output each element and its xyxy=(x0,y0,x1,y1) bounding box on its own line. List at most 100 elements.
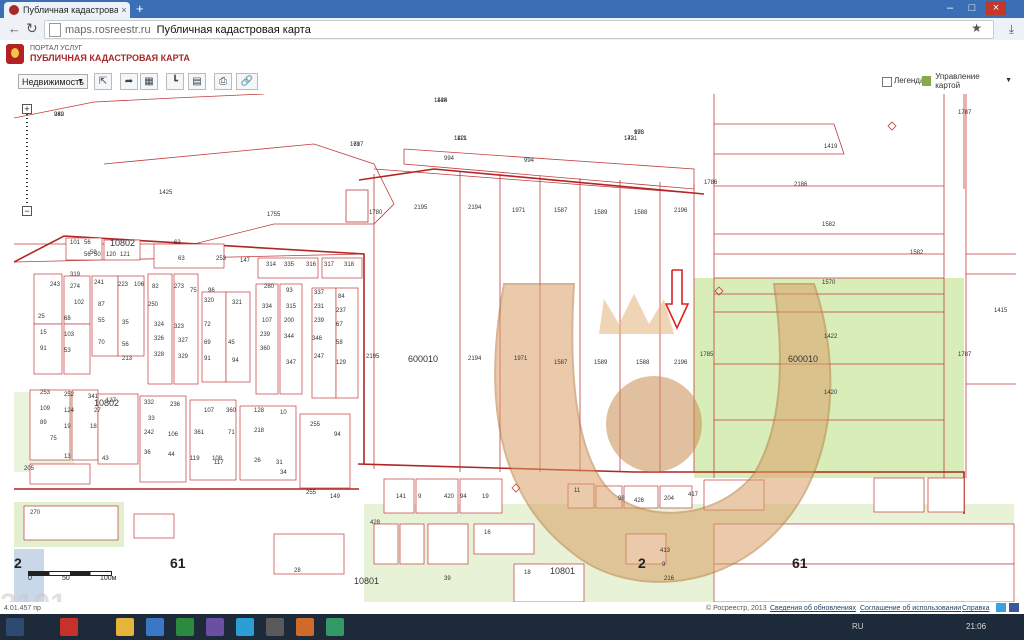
twitter-icon[interactable] xyxy=(996,603,1006,612)
legend-checkbox[interactable] xyxy=(882,77,892,87)
browser-tab-strip: Публичная кадастровая карта × + – □ × xyxy=(0,0,1024,18)
parcel-label: 69 xyxy=(204,340,211,346)
parcel-label: 121 xyxy=(120,252,131,258)
chevron-down-icon: ▼ xyxy=(77,78,84,85)
measure-tool-icon[interactable]: ┗ xyxy=(166,73,184,90)
cadastral-map[interactable]: 989 1424 1421 1421 998 1617 994 994 1419 1425 1755… xyxy=(14,94,1016,602)
identify-tool-icon[interactable]: ➦ xyxy=(120,73,138,90)
parcel-label: 334 xyxy=(262,304,273,310)
parcel-label: 71 xyxy=(228,430,235,436)
portal-title[interactable]: ПУБЛИЧНАЯ КАДАСТРОВАЯ КАРТА xyxy=(30,53,190,63)
parcel-label: 1420 xyxy=(824,390,838,396)
parcel-label: 205 xyxy=(24,466,35,472)
quarter-label: 600010 xyxy=(788,354,818,364)
parcel-label: 320 xyxy=(204,298,215,304)
zoom-slider[interactable] xyxy=(26,114,28,206)
map-control-icon xyxy=(922,75,932,86)
window-minimize-button[interactable]: – xyxy=(940,1,960,15)
parcel-label: 120 xyxy=(106,252,117,258)
parcel-label: 1425 xyxy=(159,190,173,196)
updates-link[interactable]: Сведения об обновлениях xyxy=(770,605,856,612)
layer-select-value: Недвижимость xyxy=(22,76,84,87)
help-link[interactable]: Справка xyxy=(962,605,989,612)
parcel-label: 72 xyxy=(204,322,211,328)
map-control-dropdown[interactable]: Управление картой ▼ xyxy=(922,72,1012,90)
new-tab-button[interactable]: + xyxy=(136,2,144,16)
reload-icon[interactable]: ↻ xyxy=(26,20,38,37)
parcel-label: 106 xyxy=(168,432,179,438)
bookmark-tool-icon[interactable]: ▤ xyxy=(188,73,206,90)
address-bar-row: ← ↻ maps.rosreestr.ru Публичная кадастро… xyxy=(0,18,1024,41)
url-domain: maps.rosreestr.ru xyxy=(65,23,151,36)
parcel-label: 1419 xyxy=(824,144,838,150)
back-arrow-icon[interactable]: ← xyxy=(8,21,21,36)
parcel-label: 239 xyxy=(314,318,325,324)
parcel-label: 107 xyxy=(262,318,273,324)
parcel-label: 2196 xyxy=(674,208,688,214)
parcel-label: 428 xyxy=(370,520,381,526)
parcel-label: 98 xyxy=(618,496,625,502)
select-tool-icon[interactable]: ⇱ xyxy=(94,73,112,90)
language-indicator[interactable]: RU xyxy=(852,622,864,631)
url-page-title: Публичная кадастровая карта xyxy=(156,23,311,36)
download-icon[interactable]: ⤓ xyxy=(1009,22,1014,37)
parcel-label: 109 xyxy=(40,406,51,412)
zoom-in-button[interactable]: + xyxy=(22,104,32,114)
facebook-icon[interactable] xyxy=(1009,603,1019,612)
parcel-label: 102 xyxy=(74,300,85,306)
browser-tab[interactable]: Публичная кадастровая карта × xyxy=(4,2,130,18)
parcel-label: 1587 xyxy=(554,360,568,366)
parcel-label: 44 xyxy=(168,452,175,458)
start-icon[interactable] xyxy=(6,618,24,636)
parcel-label: 223 xyxy=(118,282,129,288)
terms-link[interactable]: Соглашение об использовании xyxy=(860,605,961,612)
bookmark-star-icon[interactable]: ★ xyxy=(971,21,982,35)
zoom-out-button[interactable]: − xyxy=(22,206,32,216)
parcel-label: 1415 xyxy=(994,308,1008,314)
parcel-label: 346 xyxy=(312,336,323,342)
app-icon[interactable] xyxy=(176,618,194,636)
search-area-icon[interactable]: ▦ xyxy=(140,73,158,90)
app-icon[interactable] xyxy=(296,618,314,636)
parcel-label: 242 xyxy=(144,430,155,436)
app-icon[interactable] xyxy=(146,618,164,636)
parcel-label: 994 xyxy=(524,158,535,164)
parcel-label: 236 xyxy=(170,402,181,408)
parcel-label: 1589 xyxy=(594,360,608,366)
tab-close-button[interactable]: × xyxy=(118,5,130,15)
window-maximize-button[interactable]: □ xyxy=(962,1,982,15)
app-icon[interactable] xyxy=(326,618,344,636)
parcel-label: 75 xyxy=(190,288,197,294)
parcel-label: 243 xyxy=(50,282,61,288)
layer-select[interactable]: Недвижимость ▼ xyxy=(18,74,88,89)
app-icon[interactable] xyxy=(266,618,284,636)
parcel-label: 128 xyxy=(254,408,265,414)
folder-icon[interactable] xyxy=(116,618,134,636)
parcel-label: 94 xyxy=(334,432,341,438)
parcel-label: 316 xyxy=(306,262,317,268)
parcel-label: 94 xyxy=(460,494,467,500)
clock[interactable]: 21:06 xyxy=(966,622,986,631)
url-field[interactable]: maps.rosreestr.ru Публичная кадастровая … xyxy=(44,20,994,39)
map-canvas[interactable]: 98914241421 14219981617994 994141914251755… xyxy=(14,94,1016,602)
parcel-label: 252 xyxy=(64,392,75,398)
parcel-label: 101 xyxy=(70,240,81,246)
parcel-label: 247 xyxy=(314,354,325,360)
parcel-label: 129 xyxy=(336,360,347,366)
app-icon[interactable] xyxy=(206,618,224,636)
parcel-label: 323 xyxy=(174,324,185,330)
parcel-label: 34 xyxy=(280,470,287,476)
parcel-label: 242 xyxy=(54,112,65,118)
window-close-button[interactable]: × xyxy=(986,1,1006,15)
parcel-label: 1589 xyxy=(594,210,608,216)
parcel-label: 43 xyxy=(102,456,109,462)
print-icon[interactable]: ⎙ xyxy=(214,73,232,90)
yandex-browser-icon[interactable] xyxy=(60,618,78,636)
parcel-label: 58 xyxy=(336,340,343,346)
parcel-label: 200 xyxy=(284,318,295,324)
app-icon[interactable] xyxy=(236,618,254,636)
parcel-label: 1787 xyxy=(958,352,972,358)
link-icon[interactable]: 🔗 xyxy=(236,73,258,90)
parcel-label: 27 xyxy=(94,408,101,414)
parcel-label: 31 xyxy=(276,460,283,466)
